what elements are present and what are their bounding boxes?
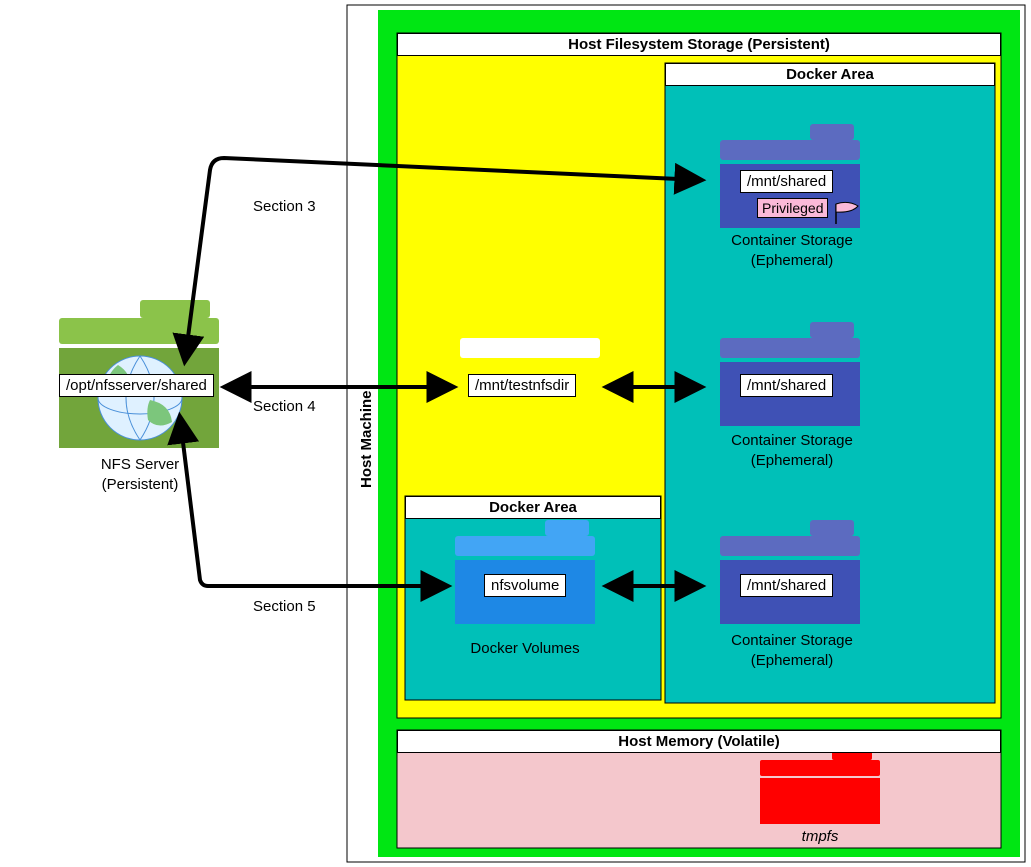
container3-mount-path: /mnt/shared (740, 574, 833, 597)
container3-caption-2: (Ephemeral) (751, 652, 834, 669)
container1-caption-1: Container Storage (731, 232, 853, 249)
nfs-path: /opt/nfsserver/shared (59, 374, 214, 397)
section-3-label: Section 3 (253, 198, 316, 215)
section-5-label: Section 5 (253, 598, 316, 615)
container2-mount-path: /mnt/shared (740, 374, 833, 397)
host-memory-header: Host Memory (Volatile) (397, 730, 1001, 753)
docker-volume-name: nfsvolume (484, 574, 566, 597)
docker-volumes-caption: Docker Volumes (470, 640, 579, 657)
container1-caption-2: (Ephemeral) (751, 252, 834, 269)
container3-caption-1: Container Storage (731, 632, 853, 649)
tmpfs-label: tmpfs (802, 828, 839, 845)
docker-area-left-header: Docker Area (405, 496, 661, 519)
nfs-caption-1: NFS Server (101, 456, 179, 473)
nfs-caption-2: (Persistent) (102, 476, 179, 493)
section-4-label: Section 4 (253, 398, 316, 415)
host-bind-path: /mnt/testnfsdir (468, 374, 576, 397)
container2-caption-1: Container Storage (731, 432, 853, 449)
container2-caption-2: (Ephemeral) (751, 452, 834, 469)
docker-area-right-header: Docker Area (665, 63, 995, 86)
privileged-flag: Privileged (757, 198, 828, 218)
host-fs-header: Host Filesystem Storage (Persistent) (397, 33, 1001, 56)
container1-mount-path: /mnt/shared (740, 170, 833, 193)
